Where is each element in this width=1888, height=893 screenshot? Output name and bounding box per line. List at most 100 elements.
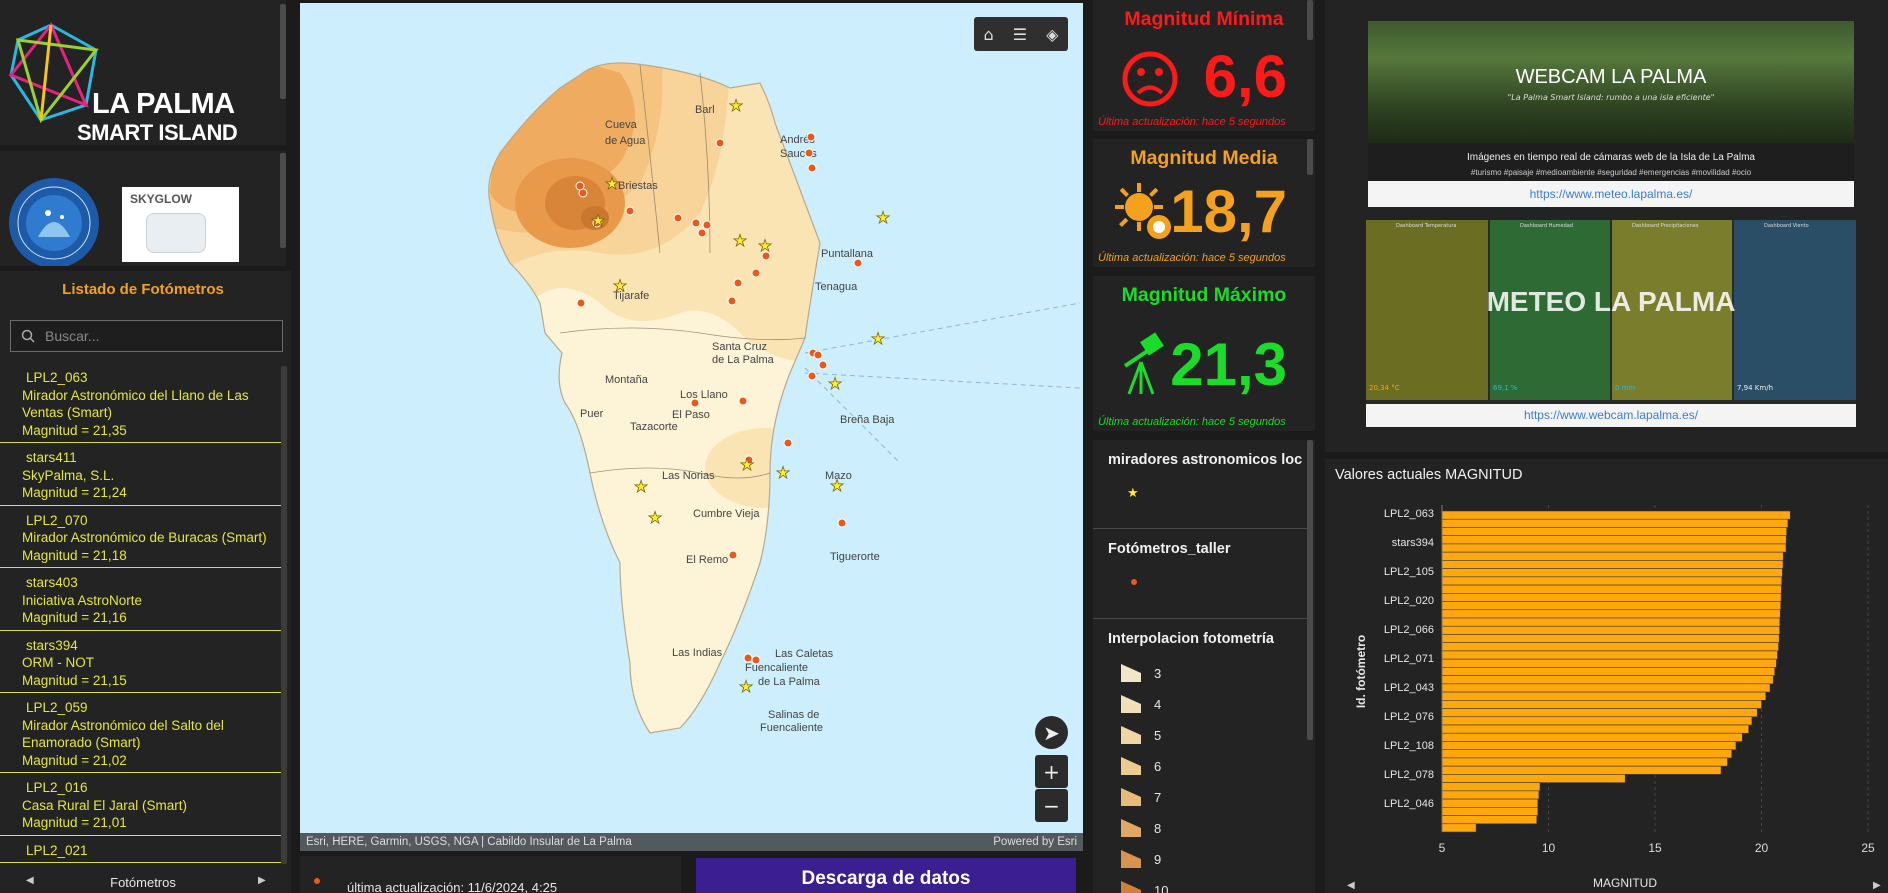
starlight-reserve-seal-icon xyxy=(9,178,99,266)
download-button[interactable]: Descarga de datos xyxy=(696,858,1076,893)
map-view[interactable]: Andrés Sauces Barl Cueva de Agua Briestas Ti… xyxy=(300,3,1083,851)
x-axis-title: MAGNITUD xyxy=(1593,876,1657,890)
svg-text:de La Palma: de La Palma xyxy=(712,354,775,366)
svg-text:Briestas: Briestas xyxy=(618,180,658,192)
magnitude-bar xyxy=(1441,543,1787,553)
svg-text:Los Llano: Los Llano xyxy=(680,389,728,401)
svg-text:Montaña: Montaña xyxy=(605,374,649,386)
meteo-link[interactable]: https://www.meteo.lapalma.es/ xyxy=(1368,181,1854,207)
prev-page-icon[interactable]: ◀ xyxy=(26,875,34,886)
legend-layer-interpolacion: Interpolacion fotometría xyxy=(1108,631,1274,647)
svg-text:Puntallana: Puntallana xyxy=(821,248,874,260)
magnitude-bar xyxy=(1441,823,1477,833)
magnitude-bar xyxy=(1441,625,1780,635)
map-legend: miradores astronomicos loc ★ Fotómetros_… xyxy=(1093,440,1315,893)
svg-text:Tenagua: Tenagua xyxy=(815,281,858,293)
search-input[interactable] xyxy=(45,328,265,344)
list-item[interactable]: LPL2_059 Mirador Astronómico del Salto de… xyxy=(0,693,286,773)
legend-class: 3 xyxy=(1120,663,1161,683)
magnitude-bar xyxy=(1441,510,1791,520)
magnitude-chart-panel: Valores actuales MAGNITUD 5 10 15 20 25 LPL2_… xyxy=(1325,459,1888,893)
magnitude-bar xyxy=(1441,551,1784,561)
island-map[interactable]: AndrésSauces BarlCuevade Agua BriestasTi… xyxy=(300,3,1083,851)
list-item[interactable]: LPL2_063 Mirador Astronómico del Llano de… xyxy=(0,363,286,443)
magnitude-bar xyxy=(1441,790,1540,800)
magnitude-bar xyxy=(1441,576,1783,586)
magnitude-bar xyxy=(1441,593,1782,602)
y-tick-label: stars394 xyxy=(1392,537,1434,549)
svg-text:Cumbre Vieja: Cumbre Vieja xyxy=(693,508,760,520)
svg-text:★: ★ xyxy=(634,479,648,496)
list-item[interactable]: stars403 Iniciativa AstroNorte Magnitud = … xyxy=(0,568,286,631)
list-item[interactable]: LPL2_070 Mirador Astronómico de Buracas (… xyxy=(0,506,286,568)
indicator-min: Magnitud Mínima 6,6 Última actualización… xyxy=(1093,0,1315,131)
next-page-icon[interactable]: ▶ xyxy=(258,875,266,886)
svg-text:★: ★ xyxy=(733,233,747,250)
class-swatch-icon xyxy=(1121,757,1141,775)
meteo-title: METEO LA PALMA xyxy=(1486,286,1736,317)
photometer-list: LPL2_063 Mirador Astronómico del Llano de… xyxy=(0,363,286,869)
list-item[interactable]: stars411 SkyPalma, S.L. Magnitud = 21,24 xyxy=(0,443,286,506)
magnitude-bar xyxy=(1441,675,1774,685)
indicator-max-title: Magnitud Máximo xyxy=(1121,284,1287,306)
magnitude-bar xyxy=(1441,601,1781,611)
svg-text:Fuencaliente: Fuencaliente xyxy=(760,722,823,734)
legend-class: 6 xyxy=(1120,756,1161,776)
indicator-mean-value: 18,7 xyxy=(1170,178,1287,245)
list-scrollbar[interactable] xyxy=(281,366,287,864)
legend-scrollbar[interactable] xyxy=(1307,440,1313,740)
y-tick-label: LPL2_076 xyxy=(1384,711,1434,723)
magnitude-bar xyxy=(1441,518,1789,528)
legend-list-icon[interactable]: ☰ xyxy=(1013,25,1027,44)
search-box[interactable] xyxy=(10,320,283,352)
svg-text:Santa Cruz: Santa Cruz xyxy=(712,341,767,353)
x-tick-label: 25 xyxy=(1861,841,1875,855)
magnitude-bar xyxy=(1441,683,1771,693)
partners-panel: SKYGLOW xyxy=(0,151,286,266)
svg-text:Breña Baja: Breña Baja xyxy=(840,414,895,426)
home-icon[interactable]: ⌂ xyxy=(984,25,994,44)
indicator-mean-scrollbar[interactable] xyxy=(1307,139,1313,175)
y-tick-label: LPL2_063 xyxy=(1384,508,1434,520)
meteo-card[interactable]: Dashboard Temperatura 20,34 °C Dashboard… xyxy=(1366,220,1856,427)
webcam-card[interactable]: WEBCAM LA PALMA "La Palma Smart Island: … xyxy=(1368,21,1854,207)
svg-text:Las Indias: Las Indias xyxy=(672,647,723,659)
magnitude-bar xyxy=(1441,642,1779,652)
class-swatch-icon xyxy=(1121,664,1141,682)
list-item[interactable]: stars394 ORM - NOT Magnitud = 21,15 xyxy=(0,631,286,693)
indicator-min-scrollbar[interactable] xyxy=(1307,0,1313,40)
magnitude-bar-chart[interactable]: 5 10 15 20 25 LPL2_063 stars394 LPL2_105 LPL2_02… xyxy=(1325,459,1888,893)
partners-scrollbar[interactable] xyxy=(280,153,286,248)
magnitude-bar xyxy=(1441,807,1539,816)
magnitude-bar xyxy=(1441,617,1781,627)
magnitude-bar xyxy=(1441,774,1626,783)
compass-icon[interactable]: ➤ xyxy=(1035,716,1068,749)
indicator-mean-title: Magnitud Media xyxy=(1130,147,1278,169)
svg-text:Salinas de: Salinas de xyxy=(768,709,819,721)
y-tick-label: LPL2_043 xyxy=(1384,682,1434,694)
svg-text:El Paso: El Paso xyxy=(672,409,710,421)
svg-text:Puer: Puer xyxy=(580,408,604,420)
webcam-link[interactable]: https://www.webcam.lapalma.es/ xyxy=(1366,404,1856,427)
class-swatch-icon xyxy=(1121,726,1141,744)
star-symbol-icon: ★ xyxy=(1127,486,1139,501)
layers-icon[interactable]: ◈ xyxy=(1046,25,1058,44)
magnitude-bar xyxy=(1441,658,1777,668)
photometer-list-panel: Listado de Fotómetros LPL2_063Mirador As… xyxy=(0,271,291,893)
svg-text:★: ★ xyxy=(740,457,754,474)
list-item[interactable]: LPL2_021 xyxy=(0,836,286,863)
zoom-out-button[interactable]: − xyxy=(1035,789,1068,822)
dot-symbol-icon xyxy=(1131,579,1137,585)
indicator-min-title: Magnitud Mínima xyxy=(1124,8,1284,30)
legend-class: 5 xyxy=(1120,725,1161,745)
svg-text:Cueva: Cueva xyxy=(605,119,638,131)
magnitude-bar xyxy=(1441,691,1767,701)
legend-layer-fotometros: Fotómetros_taller xyxy=(1108,541,1231,557)
download-label: Descarga de datos xyxy=(801,868,971,889)
zoom-in-button[interactable]: + xyxy=(1035,755,1068,788)
logo-scrollbar[interactable] xyxy=(280,4,286,99)
legend-class: 8 xyxy=(1120,818,1161,838)
svg-text:★: ★ xyxy=(648,510,662,527)
list-item[interactable]: LPL2_016 Casa Rural El Jaral (Smart) Magni… xyxy=(0,773,286,836)
indicator-min-footer: Última actualización: hace 5 segundos xyxy=(1098,116,1286,128)
